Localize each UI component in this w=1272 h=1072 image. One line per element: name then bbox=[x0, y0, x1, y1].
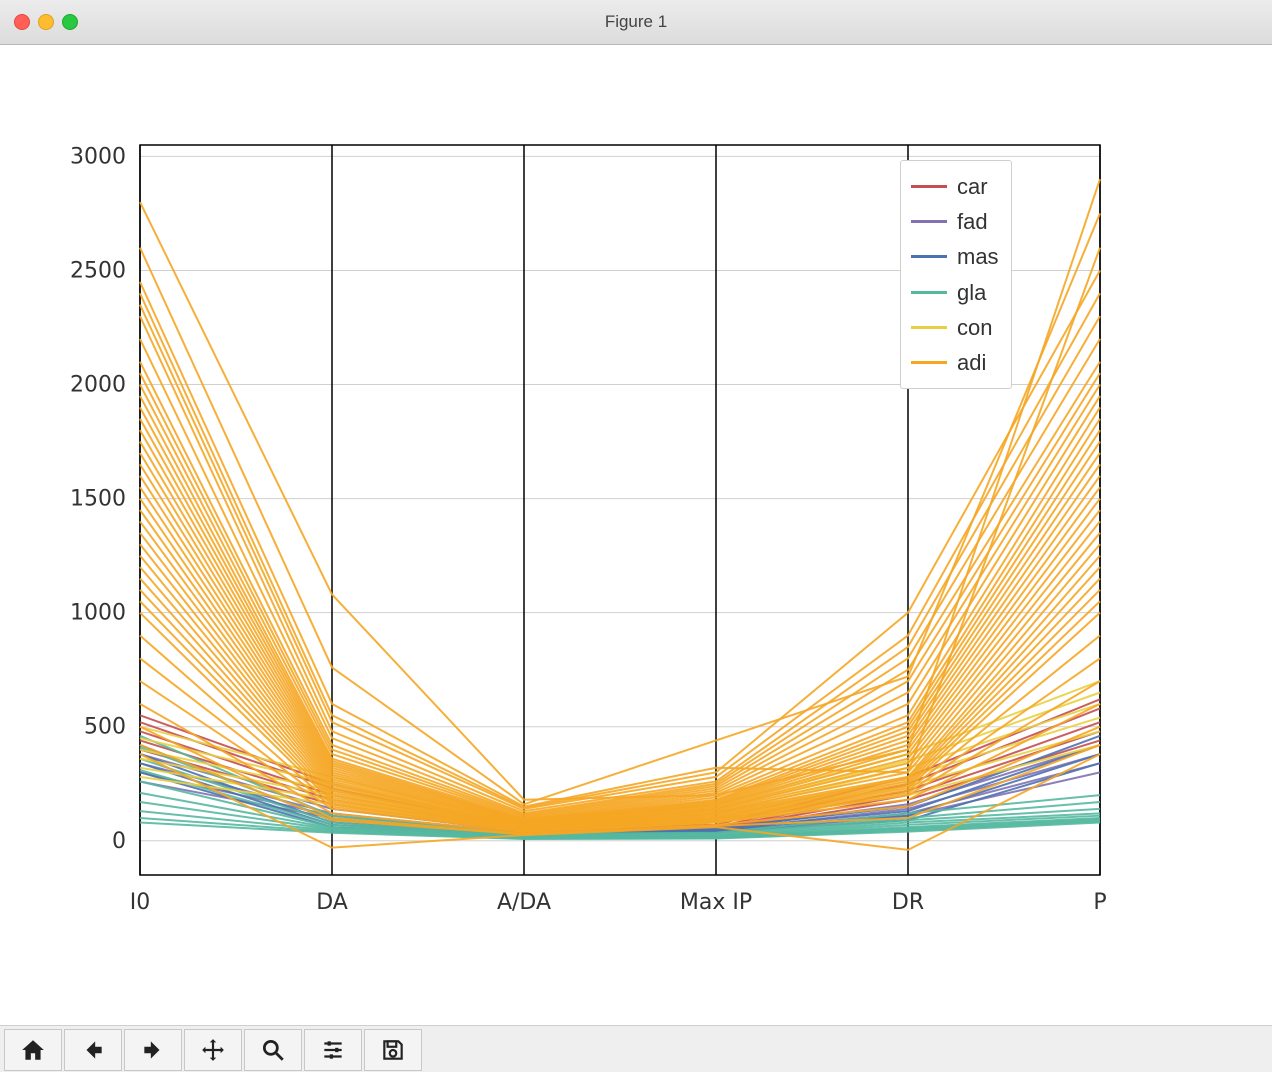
legend-row: car bbox=[911, 169, 999, 204]
zoom-button[interactable] bbox=[244, 1029, 302, 1071]
legend-row: mas bbox=[911, 239, 999, 274]
legend-row: adi bbox=[911, 345, 999, 380]
legend-row: gla bbox=[911, 275, 999, 310]
save-icon bbox=[380, 1037, 406, 1063]
xtick-label: A/DA bbox=[497, 890, 551, 915]
legend-swatch bbox=[911, 361, 947, 364]
legend-label: adi bbox=[957, 345, 986, 380]
arrow-right-icon bbox=[140, 1037, 166, 1063]
configure-subplots-button[interactable] bbox=[304, 1029, 362, 1071]
legend-label: gla bbox=[957, 275, 986, 310]
ytick-label: 0 bbox=[112, 829, 126, 854]
ytick-label: 1000 bbox=[70, 601, 126, 626]
window-traffic-lights bbox=[14, 14, 78, 30]
legend-swatch bbox=[911, 326, 947, 329]
xtick-label: P bbox=[1093, 890, 1106, 915]
sliders-icon bbox=[320, 1037, 346, 1063]
ytick-label: 2500 bbox=[70, 258, 126, 283]
plot-svg: 0 500 1000 1500 2000 2500 3000 I0 DA A/DA Max IP DR… bbox=[0, 45, 1272, 1025]
arrow-left-icon bbox=[80, 1037, 106, 1063]
xtick-label: DA bbox=[316, 890, 348, 915]
window-title: Figure 1 bbox=[0, 12, 1272, 32]
legend-swatch bbox=[911, 291, 947, 294]
legend-row: fad bbox=[911, 204, 999, 239]
xtick-label: Max IP bbox=[680, 890, 752, 915]
pan-button[interactable] bbox=[184, 1029, 242, 1071]
ytick-label: 500 bbox=[84, 715, 126, 740]
figure-canvas[interactable]: 0 500 1000 1500 2000 2500 3000 I0 DA A/DA Max IP DR… bbox=[0, 45, 1272, 1025]
legend-label: car bbox=[957, 169, 988, 204]
legend-swatch bbox=[911, 185, 947, 188]
legend-row: con bbox=[911, 310, 999, 345]
forward-button[interactable] bbox=[124, 1029, 182, 1071]
legend-swatch bbox=[911, 255, 947, 258]
move-icon bbox=[200, 1037, 226, 1063]
ytick-label: 2000 bbox=[70, 373, 126, 398]
minimize-icon[interactable] bbox=[38, 14, 54, 30]
legend: carfadmasglaconadi bbox=[900, 160, 1012, 389]
home-icon bbox=[20, 1037, 46, 1063]
xtick-label: DR bbox=[892, 890, 924, 915]
xtick-label: I0 bbox=[130, 890, 151, 915]
zoom-window-icon[interactable] bbox=[62, 14, 78, 30]
legend-swatch bbox=[911, 220, 947, 223]
home-button[interactable] bbox=[4, 1029, 62, 1071]
legend-label: fad bbox=[957, 204, 988, 239]
window-titlebar: Figure 1 bbox=[0, 0, 1272, 45]
save-button[interactable] bbox=[364, 1029, 422, 1071]
matplotlib-toolbar bbox=[0, 1025, 1272, 1072]
back-button[interactable] bbox=[64, 1029, 122, 1071]
legend-label: con bbox=[957, 310, 992, 345]
close-icon[interactable] bbox=[14, 14, 30, 30]
legend-label: mas bbox=[957, 239, 999, 274]
magnify-icon bbox=[260, 1037, 286, 1063]
ytick-label: 1500 bbox=[70, 487, 126, 512]
ytick-label: 3000 bbox=[70, 144, 126, 169]
